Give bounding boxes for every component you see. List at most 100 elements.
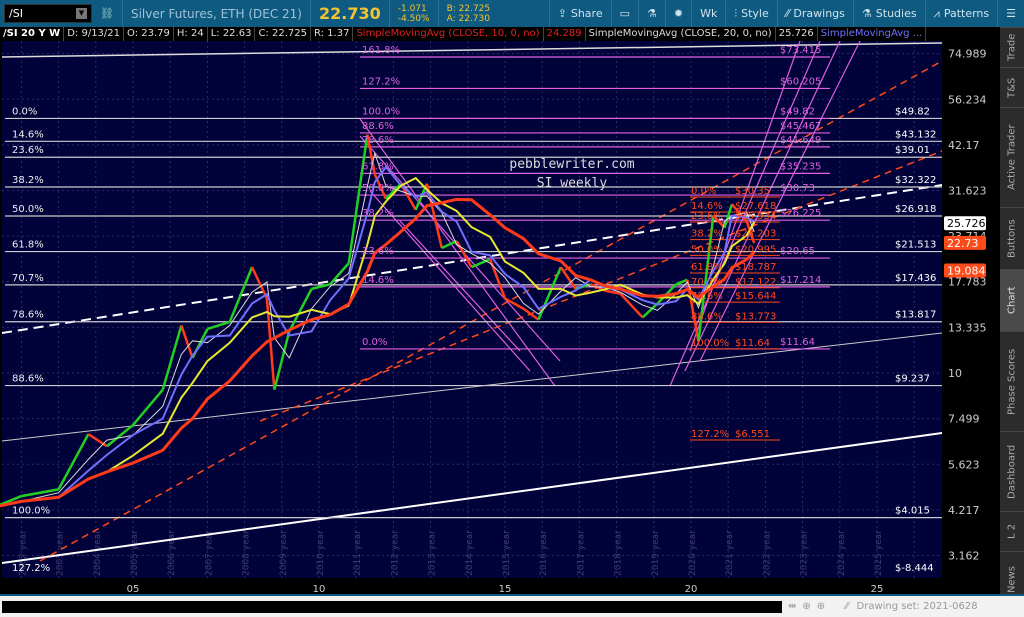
- alert-button[interactable]: ▭: [610, 0, 638, 27]
- bar-range: R: 1.37: [311, 27, 354, 41]
- sma10-value: 24.289: [544, 27, 586, 41]
- watermark-title: pebblewriter.com: [509, 157, 634, 172]
- fib-red-price: $18.787: [735, 262, 776, 273]
- menu-icon: ☰: [1006, 7, 1016, 20]
- fib-white-price: $32.322: [895, 175, 936, 186]
- side-tab-dashboard[interactable]: Dashboard: [1000, 431, 1024, 511]
- chart-symbol: /SI 20 Y W: [0, 27, 65, 41]
- share-button[interactable]: ⇪ Share: [548, 0, 611, 27]
- fib-red-pct: 0.0%: [691, 186, 716, 197]
- side-tab-phase-scores[interactable]: Phase Scores: [1000, 331, 1024, 431]
- fib-magenta-pct: 78.6%: [362, 135, 394, 146]
- patterns-label: Patterns: [943, 7, 990, 20]
- price-chart[interactable]: 2001 year2002 year2003 year2004 year2005…: [0, 41, 1000, 594]
- x-tick-label: 10: [313, 584, 326, 594]
- year-label: 2020 year: [688, 530, 698, 576]
- pan-icon[interactable]: ⇹: [788, 601, 796, 612]
- y-tick-label: 31.623: [948, 184, 987, 197]
- fib-magenta-price: $17.214: [780, 275, 821, 286]
- toolbar: /SI ▼ ⛓ Silver Futures, ETH (DEC 21) 22.7…: [0, 0, 1024, 27]
- year-label: 2003 year: [56, 530, 66, 576]
- side-tab-chart[interactable]: Chart: [1000, 269, 1024, 331]
- description-text: Silver Futures, ETH (DEC 21): [130, 6, 302, 21]
- year-label: 2014 year: [465, 530, 475, 576]
- year-label: 2005 year: [130, 530, 140, 576]
- fib-white-price: $39.01: [895, 145, 930, 156]
- net-change: -1.071: [397, 3, 427, 14]
- y-tick-label: 10: [948, 367, 962, 380]
- x-tick-label: 15: [499, 584, 512, 594]
- crosshair-icon[interactable]: ⊕: [802, 601, 810, 612]
- fib-magenta-price: $35.235: [780, 161, 821, 172]
- y-tick-label: 4.217: [948, 504, 980, 517]
- year-label: 2004 year: [93, 530, 103, 576]
- fib-white-pct: 61.8%: [12, 240, 44, 251]
- x-tick-label: 25: [871, 584, 884, 594]
- fib-red-price: $15.644: [735, 291, 776, 302]
- fib-magenta-pct: 61.8%: [362, 161, 394, 172]
- drawing-set-selector[interactable]: Drawing set: 2021-0628: [857, 601, 978, 612]
- link-icon[interactable]: ⛓: [100, 7, 114, 20]
- candle-icon: ⫶: [734, 6, 738, 20]
- bar-open: O: 23.79: [124, 27, 174, 41]
- bid: B: 22.725: [446, 3, 491, 14]
- chevron-down-icon[interactable]: ▼: [76, 8, 87, 19]
- alert-icon: ▭: [619, 7, 630, 20]
- y-tick-label: 17.783: [948, 276, 987, 289]
- side-tab-trade[interactable]: Trade: [1000, 27, 1024, 67]
- year-label: 2010 year: [316, 530, 326, 576]
- fib-white-price: $-8.444: [895, 563, 934, 574]
- pct-change: -4.50%: [397, 13, 430, 24]
- change-block: -1.071 -4.50%: [388, 0, 438, 27]
- side-tab-t-s[interactable]: T&S: [1000, 67, 1024, 107]
- settings-button[interactable]: ✹: [664, 0, 691, 27]
- fib-magenta-price: $26.225: [780, 208, 821, 219]
- horizontal-scrollbar[interactable]: [2, 600, 782, 613]
- fib-magenta-price: $41.649: [780, 135, 821, 146]
- symbol-input[interactable]: /SI ▼: [4, 4, 92, 23]
- drawings-button[interactable]: ⁄⁄ Drawings: [776, 0, 853, 27]
- side-tab-l-2[interactable]: L 2: [1000, 511, 1024, 551]
- flask-icon: ⚗: [647, 7, 657, 20]
- y-tick-label: 56.234: [948, 93, 987, 106]
- share-label: Share: [570, 7, 603, 20]
- studies-label: Studies: [875, 7, 917, 20]
- flask-button[interactable]: ⚗: [638, 0, 665, 27]
- fib-white-pct: 127.2%: [12, 563, 50, 574]
- menu-button[interactable]: ☰: [997, 0, 1024, 27]
- fib-white-pct: 23.6%: [12, 145, 44, 156]
- fib-magenta-price: $30.73: [780, 183, 815, 194]
- fib-red-price: $20.995: [735, 244, 776, 255]
- side-tab-active-trader[interactable]: Active Trader: [1000, 107, 1024, 207]
- studies-button[interactable]: ⚗ Studies: [852, 0, 925, 27]
- fib-red-pct: 127.2%: [691, 429, 729, 440]
- year-label: 2021 year: [725, 530, 735, 576]
- gear-icon: ✹: [673, 7, 684, 20]
- style-label: Style: [741, 7, 769, 20]
- fib-magenta-pct: 23.6%: [362, 246, 394, 257]
- drawings-label: Drawings: [793, 7, 845, 20]
- aggregation-button[interactable]: Wk: [691, 0, 725, 27]
- fib-red-pct: 88.6%: [691, 311, 723, 322]
- fib-red-pct: 23.6%: [691, 211, 723, 222]
- fib-red-pct: 78.6%: [691, 291, 723, 302]
- year-label: 2008 year: [242, 530, 252, 576]
- style-button[interactable]: ⫶ Style: [725, 0, 776, 27]
- fib-red-pct: 38.2%: [691, 229, 723, 240]
- sma3-label[interactable]: SimpleMovingAvg ...: [818, 27, 927, 41]
- sma20-label[interactable]: SimpleMovingAvg (CLOSE, 20, 0, no): [586, 27, 776, 41]
- side-tab-buttons[interactable]: Buttons: [1000, 207, 1024, 269]
- bar-close: C: 22.725: [255, 27, 311, 41]
- fib-red-price: $25.934: [735, 211, 776, 222]
- patterns-button[interactable]: ⩘ Patterns: [924, 0, 998, 27]
- year-label: 2017 year: [576, 530, 586, 576]
- sma10-label[interactable]: SimpleMovingAvg (CLOSE, 10, 0, no): [353, 27, 544, 41]
- fib-magenta-price: $45.467: [780, 121, 821, 132]
- fib-red-price: $13.773: [735, 311, 776, 322]
- drawing-set-icon[interactable]: ⁄⁄: [845, 601, 848, 612]
- year-label: 2009 year: [279, 530, 289, 576]
- fib-red-pct: 50.0%: [691, 244, 723, 255]
- zoom-icon[interactable]: ⊕: [817, 601, 825, 612]
- fib-white-pct: 70.7%: [12, 273, 44, 284]
- fib-magenta-pct: 38.2%: [362, 208, 394, 219]
